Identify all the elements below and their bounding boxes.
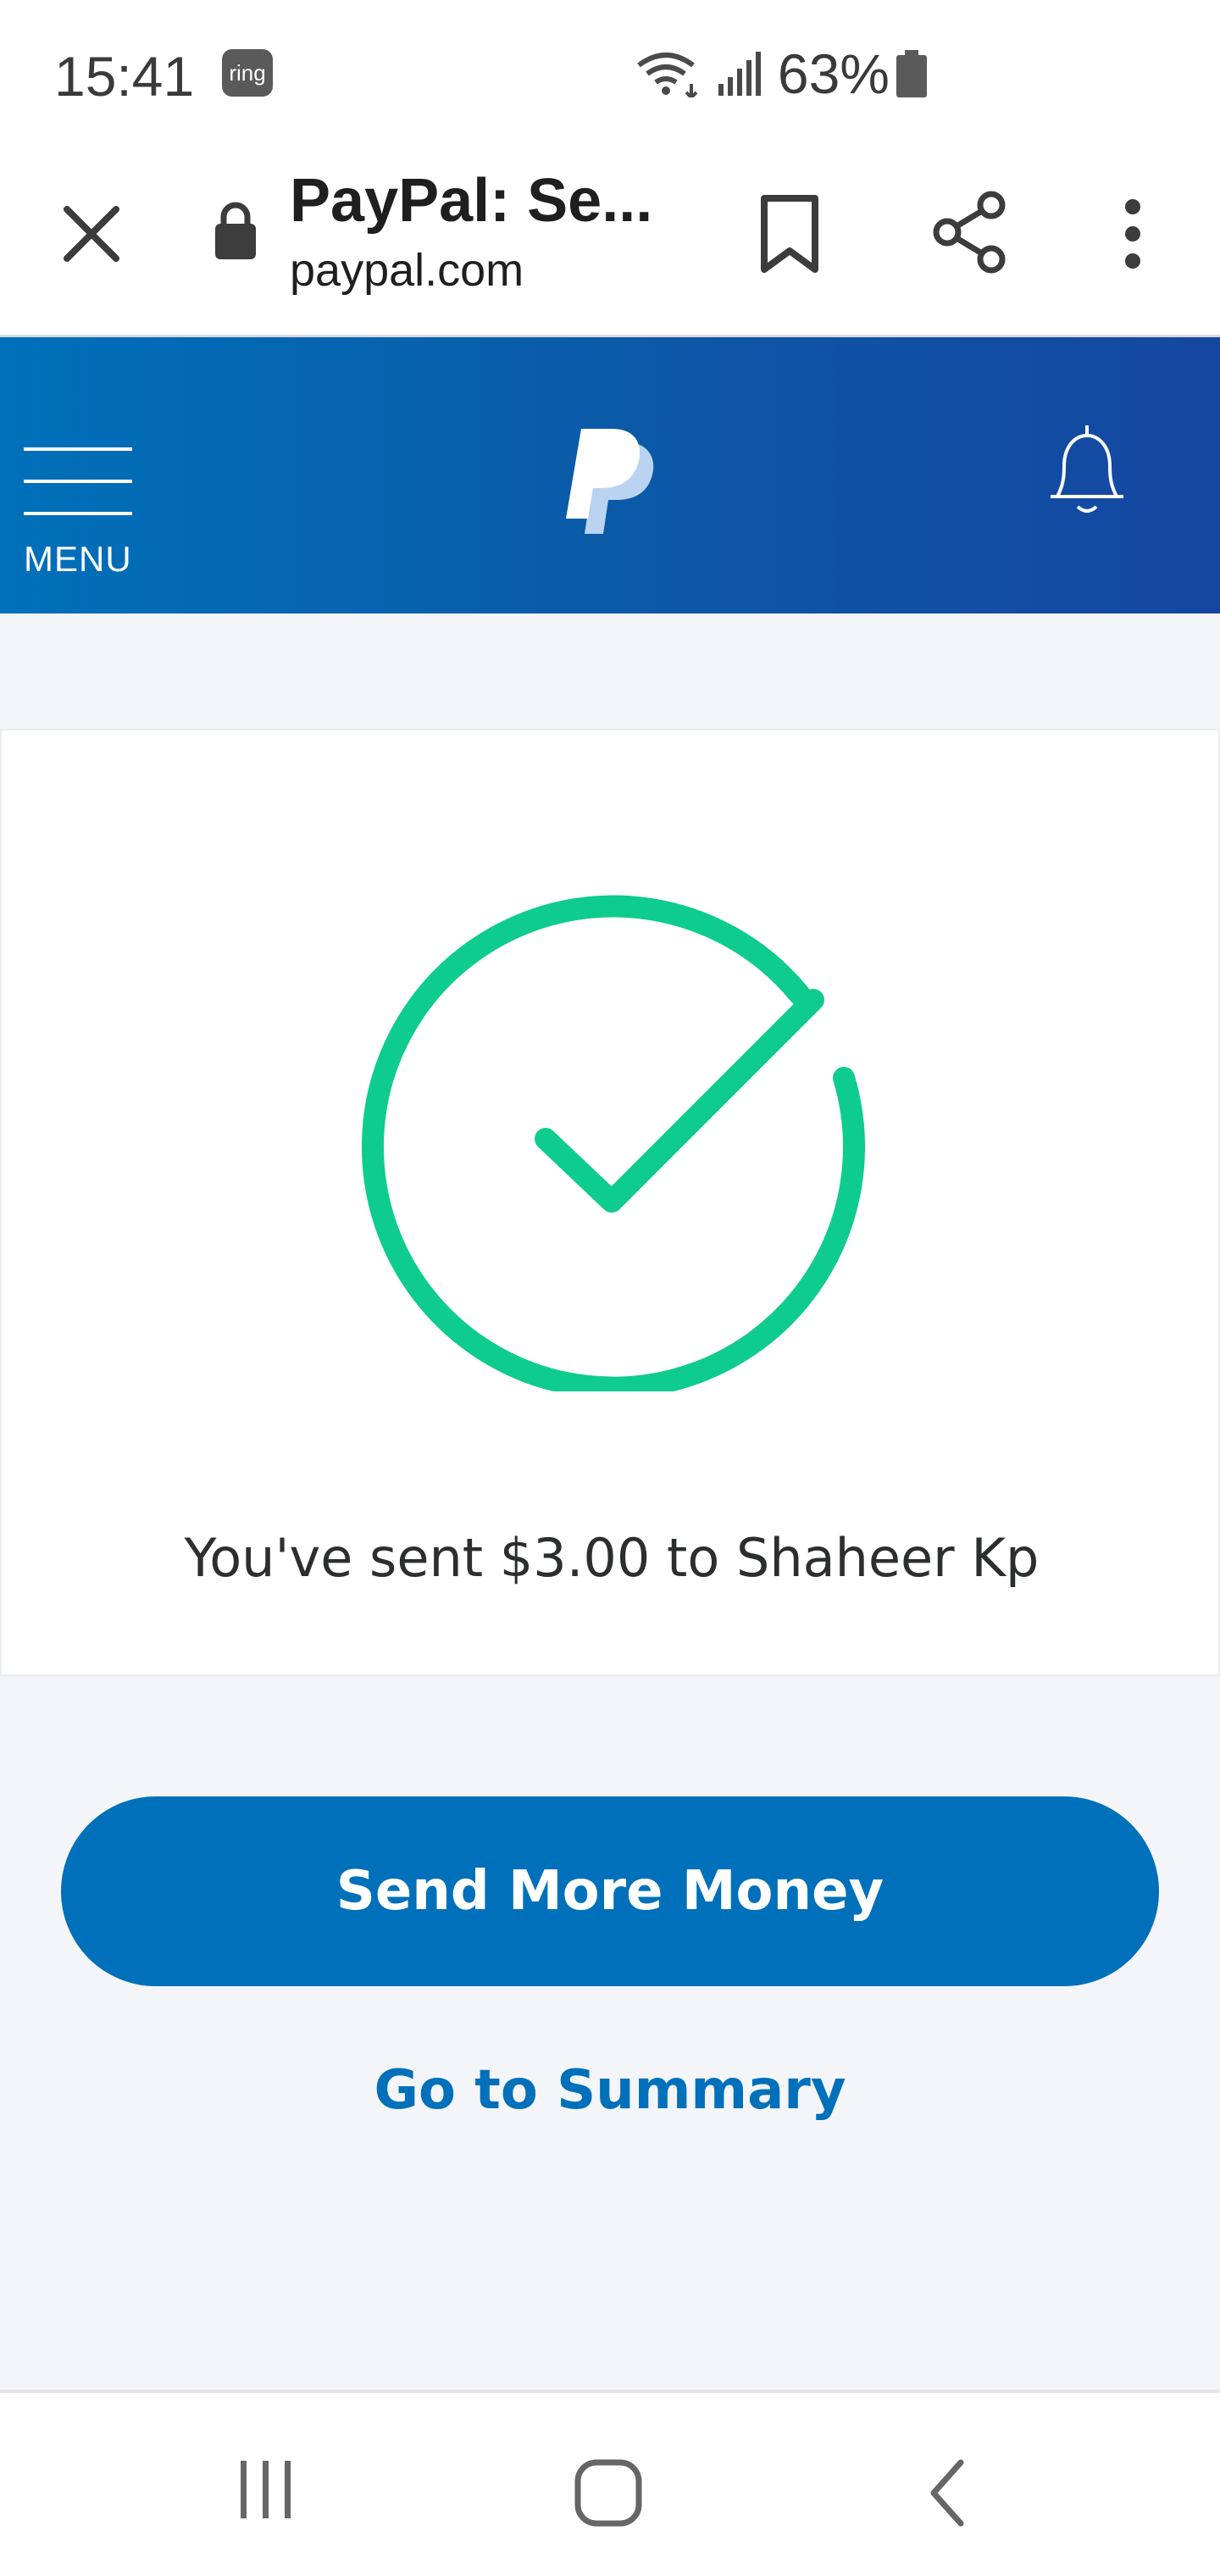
- ring-app-icon: ring: [222, 49, 273, 97]
- paypal-header: MENU: [0, 337, 1220, 613]
- share-icon[interactable]: [932, 190, 1008, 275]
- bell-icon[interactable]: [1040, 419, 1134, 520]
- confirmation-card: You've sent $3.00 to Shaheer Kp: [0, 729, 1220, 1676]
- lock-icon[interactable]: [212, 200, 259, 261]
- battery-icon: [896, 50, 927, 97]
- menu-label: MENU: [24, 539, 132, 579]
- battery-percentage: 63%: [777, 42, 890, 105]
- home-icon[interactable]: [573, 2457, 644, 2529]
- success-check-icon: [361, 895, 865, 1391]
- status-time: 15:41: [54, 45, 195, 108]
- close-tab-button[interactable]: [58, 200, 125, 268]
- recents-icon[interactable]: [234, 2457, 298, 2522]
- sent-confirmation-message: You've sent $3.00 to Shaheer Kp: [184, 1527, 1040, 1589]
- system-nav-bar: [0, 2390, 1220, 2576]
- wifi-icon: [637, 53, 698, 97]
- hamburger-icon: [24, 447, 132, 451]
- signal-icon: [718, 52, 761, 96]
- bookmark-icon[interactable]: [756, 192, 824, 276]
- status-bar: 15:41 ring 63%: [0, 0, 1220, 149]
- browser-toolbar: PayPal: Se... paypal.com: [0, 149, 1220, 337]
- more-vert-icon[interactable]: [1110, 192, 1156, 276]
- hamburger-line: [24, 512, 132, 515]
- paypal-logo[interactable]: [559, 425, 661, 536]
- go-to-summary-link[interactable]: Go to Summary: [0, 2059, 1220, 2122]
- menu-button[interactable]: MENU: [24, 447, 136, 583]
- hamburger-line: [24, 480, 132, 483]
- page-url[interactable]: paypal.com: [290, 244, 524, 297]
- back-icon[interactable]: [922, 2457, 973, 2529]
- close-icon: [64, 206, 119, 262]
- page-title[interactable]: PayPal: Se...: [290, 166, 652, 236]
- send-more-money-button[interactable]: Send More Money: [61, 1796, 1159, 1986]
- status-indicators: 63%: [635, 42, 929, 105]
